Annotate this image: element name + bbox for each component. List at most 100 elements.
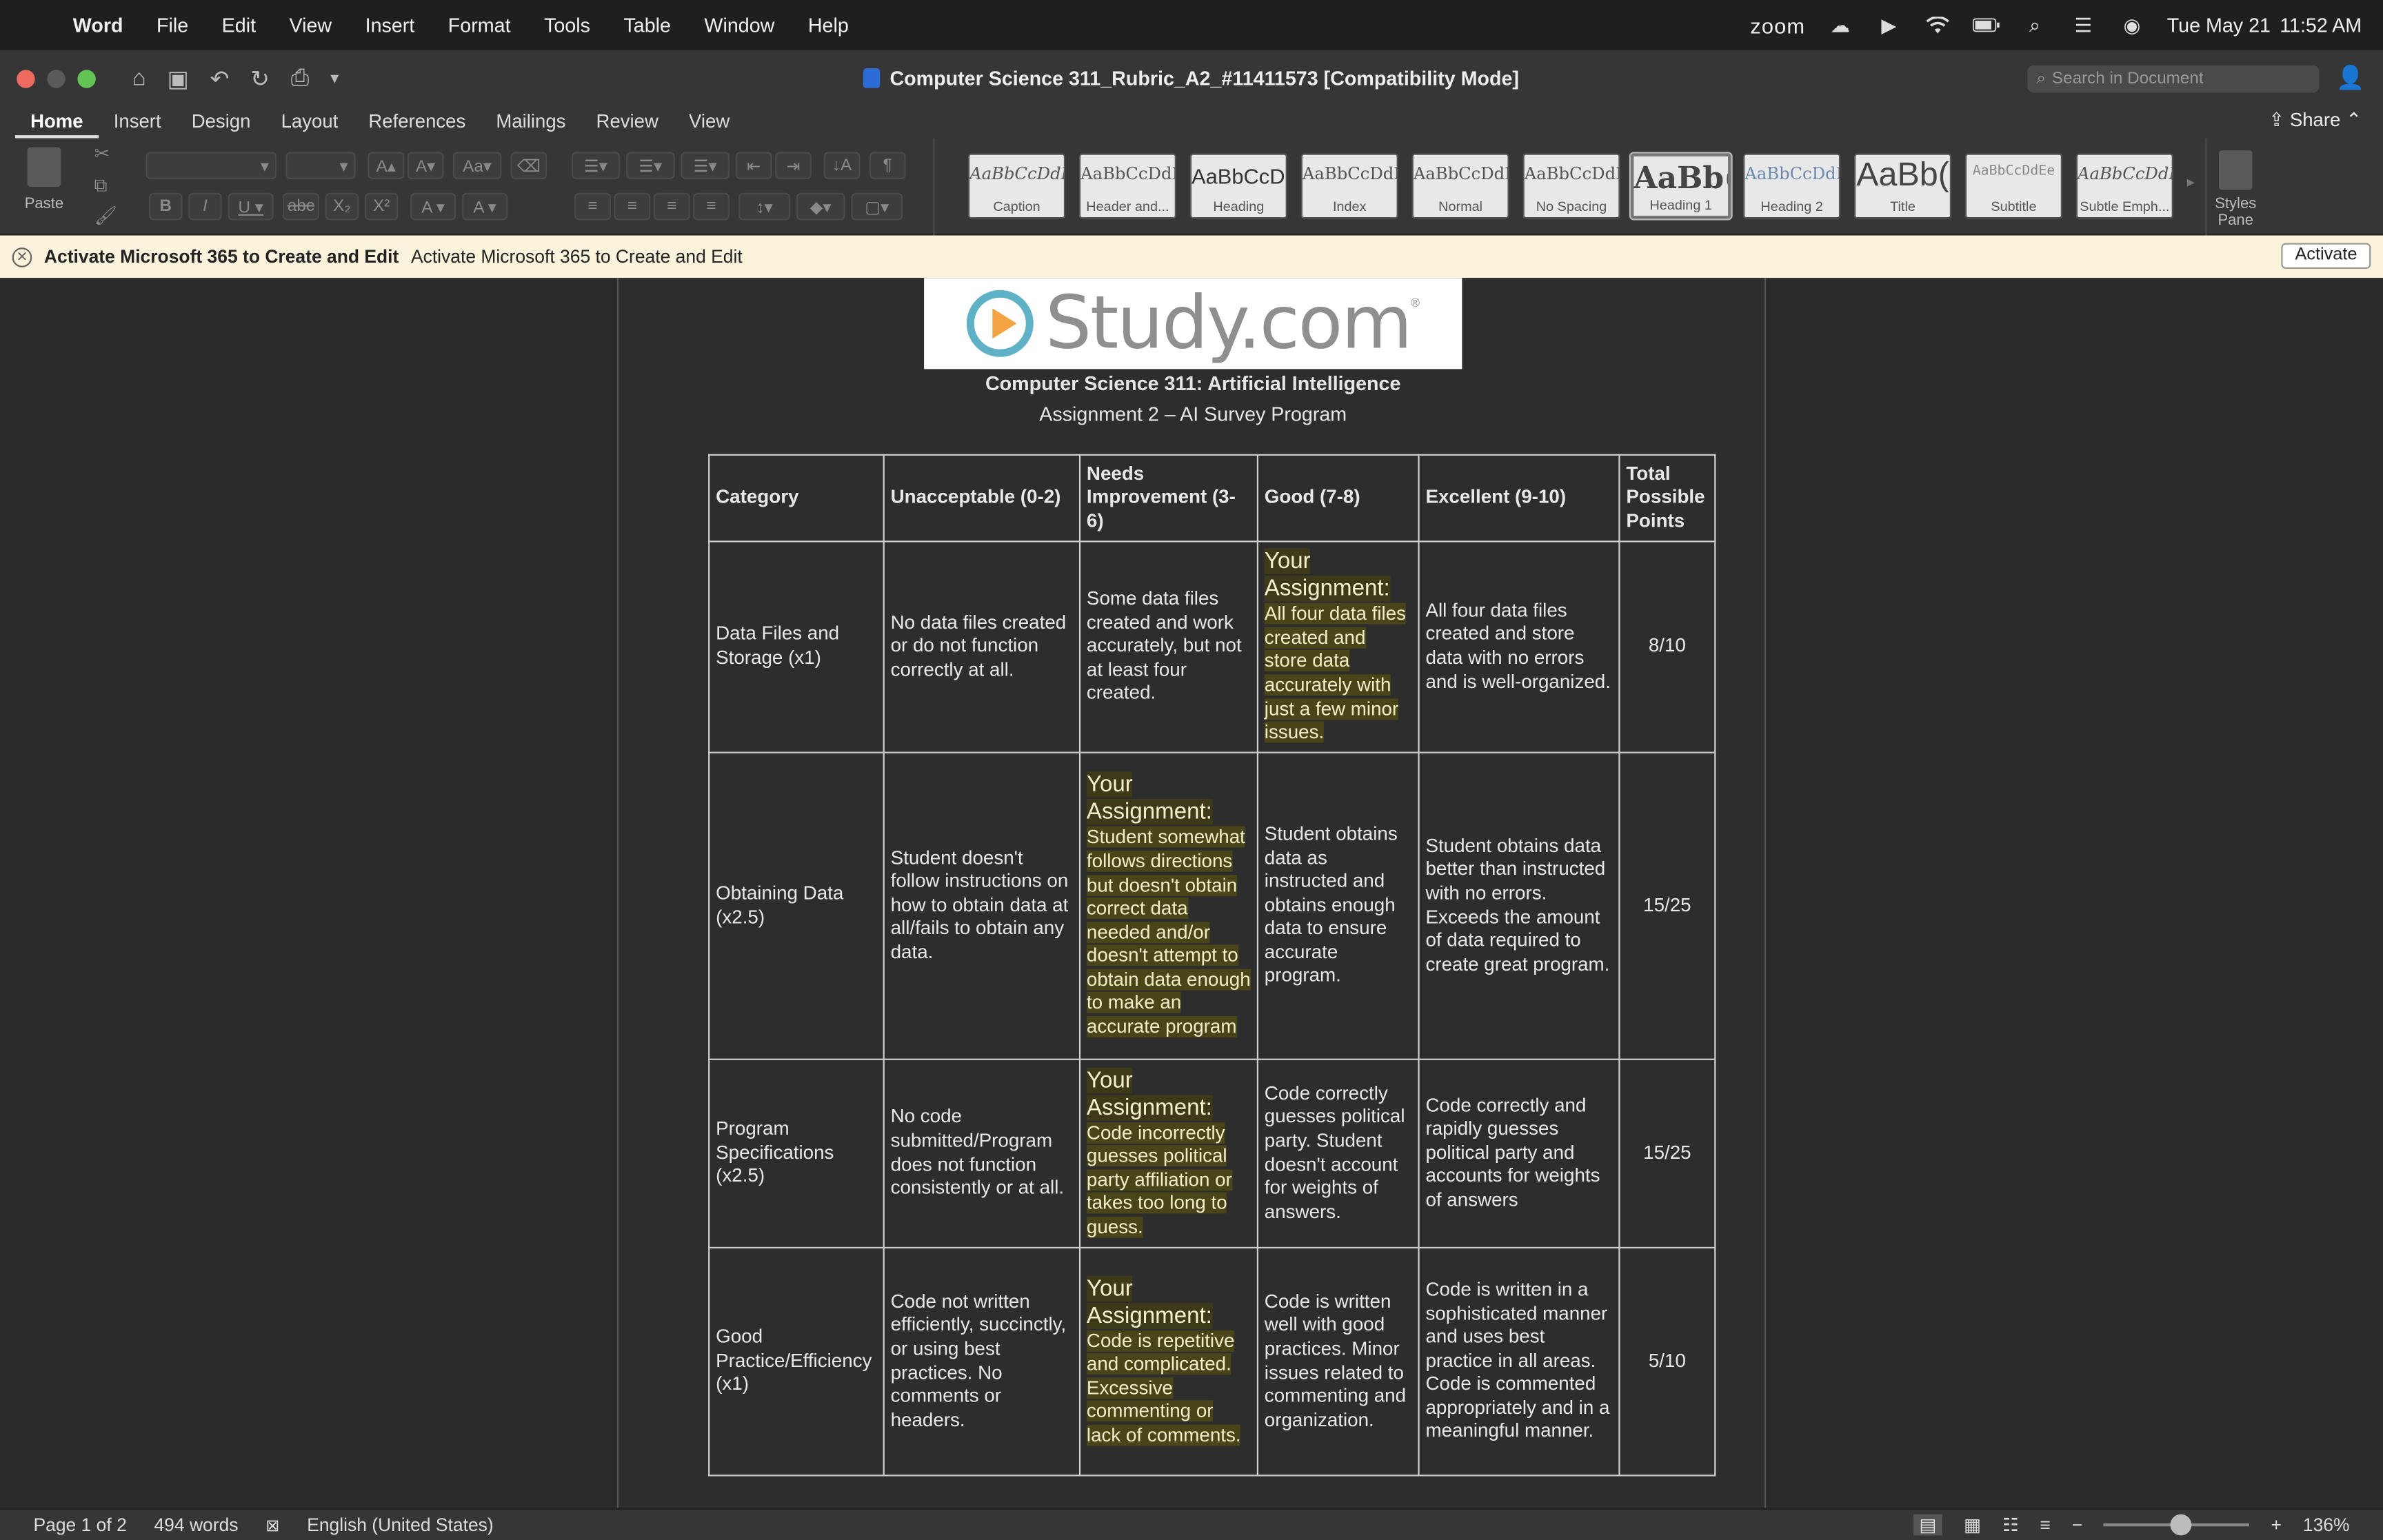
borders-button[interactable]: ▢▾	[851, 192, 903, 221]
account-person-icon[interactable]: 👤	[2336, 64, 2364, 91]
numbering-button[interactable]: ☰▾	[626, 152, 675, 179]
control-center-icon[interactable]: ☰	[2070, 13, 2098, 36]
menu-tools[interactable]: Tools	[544, 14, 590, 37]
tab-design[interactable]: Design	[177, 111, 266, 139]
menu-edit[interactable]: Edit	[222, 14, 256, 37]
zoom-slider[interactable]	[2104, 1514, 2250, 1536]
change-case-button[interactable]: Aa▾	[452, 152, 502, 179]
multilevel-list-button[interactable]: ☰▾	[681, 152, 730, 179]
home-icon[interactable]: ⌂	[132, 65, 146, 91]
italic-button[interactable]: I	[188, 192, 222, 221]
style-heading-2[interactable]: AaBbCcDdEe Heading 2	[1743, 153, 1841, 219]
tab-home[interactable]: Home	[15, 111, 99, 139]
align-right-button[interactable]: ≡	[653, 192, 690, 221]
style-index[interactable]: AaBbCcDdEe Index	[1300, 153, 1398, 219]
style-no-spacing[interactable]: AaBbCcDdEe No Spacing	[1522, 153, 1620, 219]
bullets-button[interactable]: ☰▾	[571, 152, 621, 179]
proofing-icon[interactable]: ⊠	[265, 1515, 279, 1534]
tab-layout[interactable]: Layout	[266, 111, 354, 139]
bold-button[interactable]: B	[149, 192, 183, 221]
sort-button[interactable]: ↓A	[823, 152, 861, 179]
zoom-slider-knob[interactable]	[2171, 1514, 2192, 1536]
word-count[interactable]: 494 words	[154, 1514, 238, 1536]
highlight-color-button[interactable]: A ▾	[462, 192, 508, 221]
zoom-percentage[interactable]: 136%	[2303, 1514, 2350, 1536]
document-page[interactable]: Study.com ® Computer Science 311: Artifi…	[616, 278, 1767, 1508]
underline-button[interactable]: U ▾	[228, 192, 274, 221]
print-icon[interactable]: ⎙	[291, 65, 309, 91]
shading-button[interactable]: ◆▾	[796, 192, 845, 221]
zoom-out-button[interactable]: −	[2072, 1514, 2082, 1536]
styles-pane-button[interactable]: Styles Pane	[2213, 150, 2258, 230]
language-label[interactable]: English (United States)	[307, 1514, 494, 1536]
superscript-button[interactable]: X²	[364, 192, 399, 221]
customize-toolbar-icon[interactable]: ▾	[330, 68, 339, 88]
subscript-button[interactable]: X₂	[325, 192, 359, 221]
menu-app-word[interactable]: Word	[73, 14, 123, 37]
zoom-window-button[interactable]	[77, 69, 96, 88]
search-in-document-field[interactable]: ⌕ Search in Document	[2027, 65, 2320, 93]
redo-icon[interactable]: ↻	[250, 65, 270, 92]
tab-mailings[interactable]: Mailings	[481, 111, 581, 139]
clear-formatting-button[interactable]: ⌫	[510, 152, 547, 179]
zoom-tray-label[interactable]: zoom	[1750, 13, 1805, 37]
style-subtitle[interactable]: AaBbCcDdEe Subtitle	[1964, 153, 2062, 219]
copy-icon[interactable]: ⧉	[94, 174, 108, 197]
outline-view-icon[interactable]: ☷	[2002, 1514, 2019, 1536]
menubar-time[interactable]: 11:52 AM	[2280, 14, 2362, 37]
align-center-button[interactable]: ≡	[614, 192, 651, 221]
font-color-button[interactable]: A ▾	[410, 192, 456, 221]
menu-view[interactable]: View	[290, 14, 332, 37]
shrink-font-button[interactable]: A▾	[407, 152, 444, 179]
collapse-ribbon-icon[interactable]: ⌃	[2346, 110, 2362, 131]
wifi-icon[interactable]	[1924, 14, 1951, 36]
web-layout-view-icon[interactable]: ▦	[1964, 1514, 1981, 1536]
minimize-window-button[interactable]	[47, 69, 66, 88]
document-canvas[interactable]: Study.com ® Computer Science 311: Artifi…	[0, 278, 2383, 1508]
save-icon[interactable]: ▣	[168, 65, 189, 92]
spotlight-search-icon[interactable]: ⌕	[2021, 13, 2049, 36]
activate-button[interactable]: Activate	[2281, 243, 2371, 269]
dismiss-notice-icon[interactable]: ✕	[12, 247, 32, 267]
format-painter-icon[interactable]: 🖌	[94, 205, 118, 226]
menu-file[interactable]: File	[157, 14, 188, 37]
style-normal[interactable]: AaBbCcDdEe Normal	[1411, 153, 1509, 219]
paste-button[interactable]: Paste	[18, 147, 70, 212]
battery-icon[interactable]	[1972, 14, 2000, 36]
share-button[interactable]: ⇪ Share ⌃	[2269, 108, 2362, 131]
zoom-in-button[interactable]: +	[2271, 1514, 2282, 1536]
align-left-button[interactable]: ≡	[574, 192, 612, 221]
show-paragraph-marks-button[interactable]: ¶	[869, 152, 906, 179]
style-caption[interactable]: AaBbCcDdEe Caption	[968, 153, 1066, 219]
menu-insert[interactable]: Insert	[365, 14, 415, 37]
close-window-button[interactable]	[17, 69, 35, 88]
style-heading[interactable]: AaBbCcDd Heading	[1189, 153, 1287, 219]
increase-indent-button[interactable]: ⇥	[775, 152, 812, 179]
decrease-indent-button[interactable]: ⇤	[735, 152, 772, 179]
cloud-app-icon[interactable]: ☁	[1827, 13, 1854, 36]
gallery-next-arrow-icon[interactable]: ▸	[2187, 174, 2195, 191]
menu-help[interactable]: Help	[808, 14, 849, 37]
tab-references[interactable]: References	[353, 111, 481, 139]
tab-view[interactable]: View	[674, 111, 745, 139]
menu-window[interactable]: Window	[704, 14, 774, 37]
line-spacing-button[interactable]: ↕▾	[738, 192, 791, 221]
siri-icon[interactable]: ◉	[2118, 13, 2146, 36]
justify-button[interactable]: ≡	[693, 192, 730, 221]
page-count[interactable]: Page 1 of 2	[33, 1514, 126, 1536]
style-subtle-emphasis[interactable]: AaBbCcDdEe Subtle Emph...	[2075, 153, 2173, 219]
font-name-select[interactable]: ▾	[145, 152, 277, 179]
style-header-and[interactable]: AaBbCcDdEe Header and...	[1078, 153, 1176, 219]
menu-format[interactable]: Format	[448, 14, 511, 37]
cut-icon[interactable]: ✂	[94, 143, 110, 164]
undo-icon[interactable]: ↶	[210, 65, 230, 92]
style-heading-1[interactable]: AaBb(Heading 1	[1629, 152, 1733, 221]
media-play-icon[interactable]: ▶	[1876, 13, 1903, 36]
menubar-date[interactable]: Tue May 21	[2167, 14, 2271, 37]
font-size-select[interactable]: ▾	[285, 152, 356, 179]
tab-review[interactable]: Review	[581, 111, 674, 139]
strikethrough-button[interactable]: abc	[282, 192, 319, 221]
style-title[interactable]: AaBb(Title	[1854, 153, 1952, 219]
menu-table[interactable]: Table	[623, 14, 670, 37]
print-layout-view-icon[interactable]: ▤	[1913, 1514, 1943, 1536]
